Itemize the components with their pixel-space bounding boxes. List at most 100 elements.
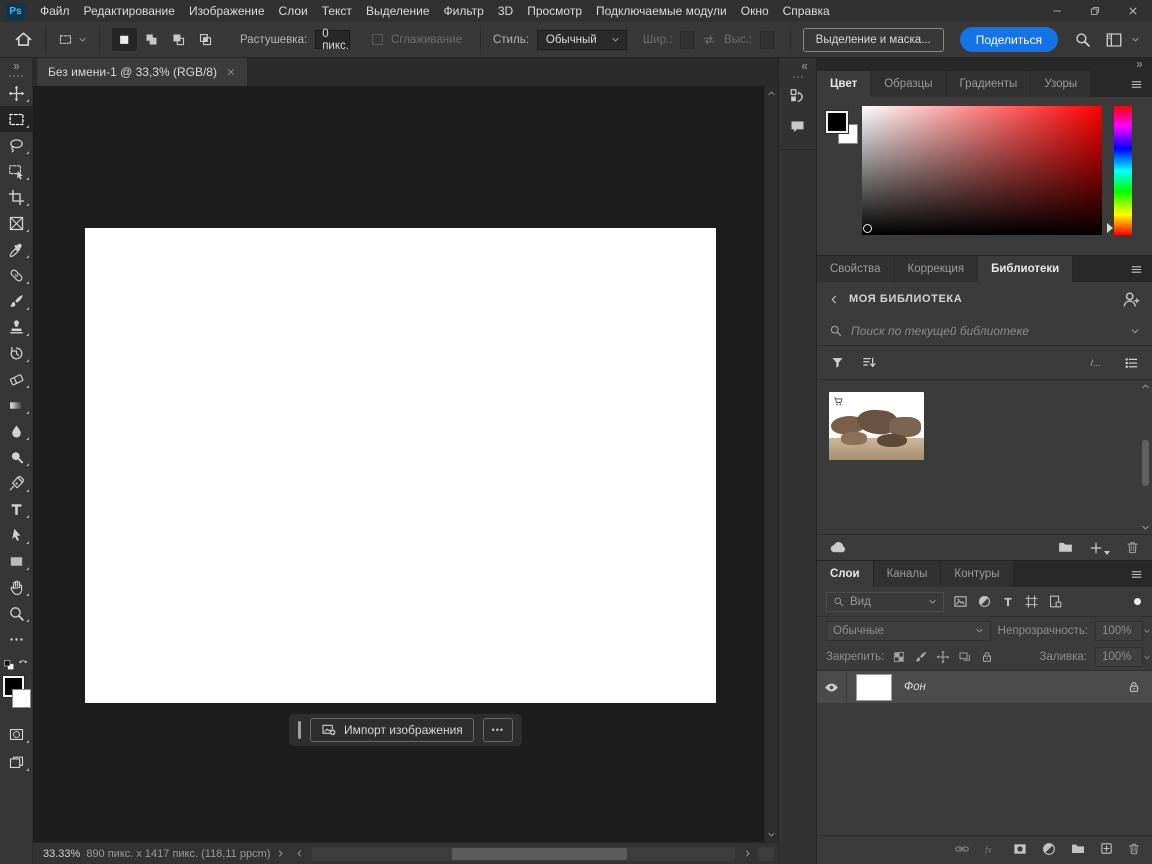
chevron-down-icon[interactable] [1131, 35, 1140, 44]
layer-visibility-toggle[interactable] [817, 671, 847, 703]
document-tab[interactable]: Без имени-1 @ 33,3% (RGB/8) [37, 58, 247, 86]
close-tab-icon[interactable] [226, 67, 236, 77]
lock-all-icon[interactable] [980, 650, 994, 664]
group-by-type-icon[interactable]: /... [1089, 354, 1107, 372]
hue-slider[interactable] [1114, 106, 1132, 235]
add-selection-button[interactable] [139, 28, 164, 51]
add-layer-mask-icon[interactable] [1012, 841, 1028, 857]
tool-clone-stamp[interactable] [0, 314, 33, 340]
background-color-swatch[interactable] [12, 689, 31, 708]
comments-panel-button[interactable] [779, 111, 817, 141]
share-button[interactable]: Поделиться [960, 27, 1058, 52]
filter-type-layers-icon[interactable] [1001, 595, 1015, 609]
lock-artboard-icon[interactable] [958, 650, 972, 664]
layer-effects-icon[interactable]: fx [983, 841, 999, 857]
zoom-level-field[interactable]: 33.33% [43, 848, 80, 860]
tool-lasso[interactable] [0, 132, 33, 158]
panel-menu-button[interactable] [1120, 256, 1152, 282]
intersect-selection-button[interactable] [193, 28, 218, 51]
tab-properties[interactable]: Свойства [817, 256, 895, 282]
filter-smart-objects-icon[interactable] [1048, 594, 1063, 609]
vertical-scrollbar[interactable] [764, 86, 778, 842]
tab-gradients[interactable]: Градиенты [947, 71, 1032, 97]
scroll-down-icon[interactable] [767, 830, 776, 839]
library-scroll-thumb[interactable] [1142, 440, 1149, 486]
scroll-up-icon[interactable] [767, 89, 776, 98]
scroll-left-icon[interactable] [295, 849, 304, 858]
height-input[interactable] [760, 31, 774, 49]
swap-dimensions-icon[interactable] [702, 33, 716, 47]
new-selection-button[interactable] [112, 28, 137, 51]
cloud-sync-icon[interactable] [829, 538, 848, 557]
menu-plugins[interactable]: Подключаемые модули [589, 0, 734, 22]
tool-edit-toolbar[interactable] [0, 626, 33, 652]
tool-blur[interactable] [0, 418, 33, 444]
menu-help[interactable]: Справка [776, 0, 837, 22]
panels-collapse-row[interactable] [817, 58, 1152, 71]
menu-layers[interactable]: Слои [272, 0, 315, 22]
tab-layers[interactable]: Слои [817, 561, 874, 587]
more-options-button[interactable]: ••• [483, 718, 513, 742]
tool-gradient[interactable] [0, 392, 33, 418]
blend-mode-select[interactable]: Обычные [826, 621, 991, 641]
home-button[interactable] [14, 30, 33, 49]
tool-path-selection[interactable] [0, 522, 33, 548]
layer-row-background[interactable]: Фон [817, 671, 1152, 703]
new-group-icon[interactable] [1070, 841, 1086, 857]
tool-rectangle[interactable] [0, 548, 33, 574]
tool-pen[interactable] [0, 470, 33, 496]
filter-adjustment-layers-icon[interactable] [977, 594, 992, 609]
layer-thumbnail[interactable] [856, 674, 892, 701]
panel-menu-button[interactable] [1120, 71, 1152, 97]
tab-libraries[interactable]: Библиотеки [978, 256, 1073, 282]
panel-menu-button[interactable] [1120, 561, 1152, 587]
menu-window[interactable]: Окно [734, 0, 776, 22]
toolbar-expand-button[interactable] [0, 58, 32, 71]
menu-edit[interactable]: Редактирование [77, 0, 182, 22]
screen-mode-button[interactable] [0, 749, 33, 775]
new-group-folder-icon[interactable] [1057, 539, 1074, 556]
menu-filter[interactable]: Фильтр [437, 0, 491, 22]
restore-button[interactable] [1076, 0, 1114, 22]
chevron-down-icon[interactable] [1130, 326, 1140, 336]
status-popup-chevron-icon[interactable] [276, 849, 285, 858]
layer-name[interactable]: Фон [904, 681, 1127, 693]
tool-move[interactable] [0, 80, 33, 106]
lock-position-icon[interactable] [936, 650, 950, 664]
new-adjustment-layer-icon[interactable] [1041, 841, 1057, 857]
width-input[interactable] [680, 31, 694, 49]
tab-channels[interactable]: Каналы [874, 561, 942, 587]
scroll-right-icon[interactable] [743, 849, 752, 858]
tool-object-selection[interactable] [0, 158, 33, 184]
search-icon[interactable] [1074, 31, 1091, 48]
tool-preset-picker[interactable] [58, 32, 87, 47]
delete-asset-icon[interactable] [1125, 540, 1140, 555]
import-image-button[interactable]: Импорт изображения [310, 718, 474, 742]
filter-funnel-icon[interactable] [830, 355, 845, 370]
menu-image[interactable]: Изображение [182, 0, 272, 22]
select-and-mask-button[interactable]: Выделение и маска... [803, 28, 944, 52]
lock-transparency-icon[interactable] [892, 650, 906, 664]
minimize-button[interactable] [1038, 0, 1076, 22]
link-layers-icon[interactable] [954, 841, 970, 857]
list-view-icon[interactable] [1123, 355, 1139, 371]
sort-icon[interactable] [861, 354, 878, 371]
add-asset-button[interactable] [1089, 541, 1110, 555]
tab-patterns[interactable]: Узоры [1031, 71, 1091, 97]
tool-frame[interactable] [0, 210, 33, 236]
tab-adjustments[interactable]: Коррекция [895, 256, 979, 282]
menu-select[interactable]: Выделение [359, 0, 437, 22]
subtract-selection-button[interactable] [166, 28, 191, 51]
layer-filter-combo[interactable]: Вид [826, 592, 944, 612]
filter-toggle-light[interactable] [1134, 598, 1141, 605]
tool-dodge[interactable] [0, 444, 33, 470]
default-colors-icon[interactable] [3, 659, 15, 671]
filter-pixel-layers-icon[interactable] [953, 594, 968, 609]
horizontal-scrollbar[interactable] [312, 847, 735, 861]
opacity-field[interactable]: 100% [1095, 621, 1143, 641]
workspace-icon[interactable] [1105, 31, 1123, 49]
quick-mask-button[interactable] [0, 721, 33, 747]
tool-zoom[interactable] [0, 600, 33, 626]
tool-eraser[interactable] [0, 366, 33, 392]
scroll-down-icon[interactable] [1141, 523, 1150, 532]
